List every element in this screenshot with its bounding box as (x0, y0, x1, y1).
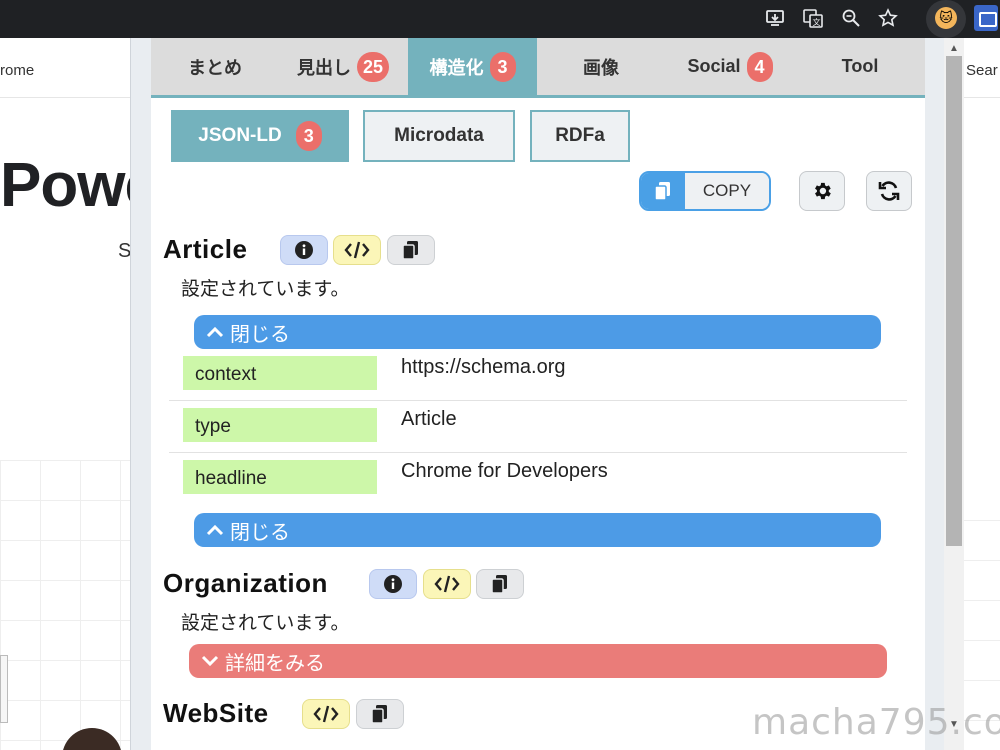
article-collapse-toggle-top[interactable]: 閉じる (194, 315, 881, 349)
subtab-microdata[interactable]: Microdata (363, 110, 515, 162)
subtab-label: JSON-LD (198, 125, 282, 146)
window-button-icon[interactable] (974, 5, 998, 31)
organization-copy-button[interactable] (476, 569, 524, 599)
article-collapse-toggle-bottom[interactable]: 閉じる (194, 513, 881, 547)
tab-headings[interactable]: 見出し 25 (279, 38, 407, 95)
website-copy-button[interactable] (356, 699, 404, 729)
copy-icon (402, 241, 418, 260)
article-code-button[interactable] (333, 235, 381, 265)
organization-expand-toggle[interactable]: 詳細をみる (189, 644, 887, 678)
article-status: 設定されています。 (181, 279, 350, 300)
count-badge: 4 (746, 51, 773, 82)
property-key: type (183, 408, 377, 442)
svg-text:文: 文 (813, 17, 821, 27)
count-badge: 3 (295, 121, 322, 151)
section-title-organization: Organization (163, 568, 328, 598)
tab-label: Social (687, 56, 741, 76)
property-key: headline (183, 460, 377, 494)
toggle-label: 閉じる (230, 323, 290, 346)
organization-info-button[interactable] (369, 569, 417, 599)
organization-status: 設定されています。 (181, 613, 350, 634)
subtab-json-ld[interactable]: JSON-LD 3 (171, 110, 349, 162)
property-value: https://schema.org (401, 356, 566, 378)
extension-cat-icon[interactable]: 🐱 (935, 7, 957, 29)
info-icon (295, 241, 313, 259)
tab-label: 構造化 (429, 57, 484, 78)
tab-label: Tool (841, 56, 879, 76)
table-row: context https://schema.org (169, 350, 907, 401)
tab-social[interactable]: Social 4 (665, 38, 795, 95)
organization-code-button[interactable] (423, 569, 471, 599)
section-title-website: WebSite (163, 698, 269, 728)
copy-icon (491, 575, 507, 594)
subtab-rdfa[interactable]: RDFa (530, 110, 630, 162)
refresh-button[interactable] (866, 171, 912, 211)
property-value: Chrome for Developers (401, 460, 608, 482)
copy-label: COPY (685, 173, 769, 209)
watermark: macha795.com (752, 702, 1000, 743)
code-icon (344, 241, 370, 259)
article-copy-button[interactable] (387, 235, 435, 265)
copy-button[interactable]: COPY (639, 171, 771, 211)
gear-icon (815, 182, 831, 200)
section-title-article: Article (163, 234, 248, 264)
install-app-icon[interactable] (764, 8, 786, 30)
tab-images[interactable]: 画像 (537, 38, 665, 95)
scrollbar-thumb[interactable] (946, 56, 962, 546)
popup-panel: まとめ 見出し 25 構造化 3 画像 Social 4 Tool JSON-L… (151, 38, 925, 750)
count-badge: 3 (489, 51, 516, 82)
main-tabs: まとめ 見出し 25 構造化 3 画像 Social 4 Tool (151, 38, 925, 98)
article-info-button[interactable] (280, 235, 328, 265)
toggle-label: 詳細をみる (225, 652, 325, 675)
tab-structured-data[interactable]: 構造化 3 (408, 38, 537, 95)
chevron-up-icon (206, 326, 224, 338)
tab-label: まとめ (188, 57, 242, 78)
browser-toolbar: 文 🐱 (0, 0, 1000, 38)
settings-button[interactable] (799, 171, 845, 211)
translate-icon[interactable]: 文 (802, 8, 824, 30)
chevron-down-icon (201, 655, 219, 667)
code-icon (313, 705, 339, 723)
chevron-up-icon (206, 524, 224, 536)
tab-summary[interactable]: まとめ (151, 38, 279, 95)
table-row: headline Chrome for Developers (169, 454, 907, 505)
count-badge: 25 (356, 51, 390, 82)
subtab-label: RDFa (555, 125, 605, 146)
subtab-label: Microdata (394, 125, 484, 146)
code-icon (434, 575, 460, 593)
table-row: type Article (169, 402, 907, 453)
bookmark-star-icon[interactable] (877, 8, 899, 30)
property-value: Article (401, 408, 457, 430)
background-tab-text: rome (0, 62, 35, 79)
extension-popup: まとめ 見出し 25 構造化 3 画像 Social 4 Tool JSON-L… (130, 38, 964, 750)
copy-icon (641, 173, 685, 209)
background-search-text: Sear (966, 62, 998, 79)
toggle-label: 閉じる (230, 521, 290, 544)
website-code-button[interactable] (302, 699, 350, 729)
tab-tool[interactable]: Tool (795, 38, 925, 95)
refresh-icon (878, 181, 900, 201)
zoom-icon[interactable] (840, 8, 862, 30)
tab-label: 画像 (583, 57, 619, 78)
property-key: context (183, 356, 377, 390)
info-icon (384, 575, 402, 593)
background-box (0, 655, 8, 723)
copy-icon (371, 705, 387, 724)
tab-label: 見出し (296, 57, 351, 78)
